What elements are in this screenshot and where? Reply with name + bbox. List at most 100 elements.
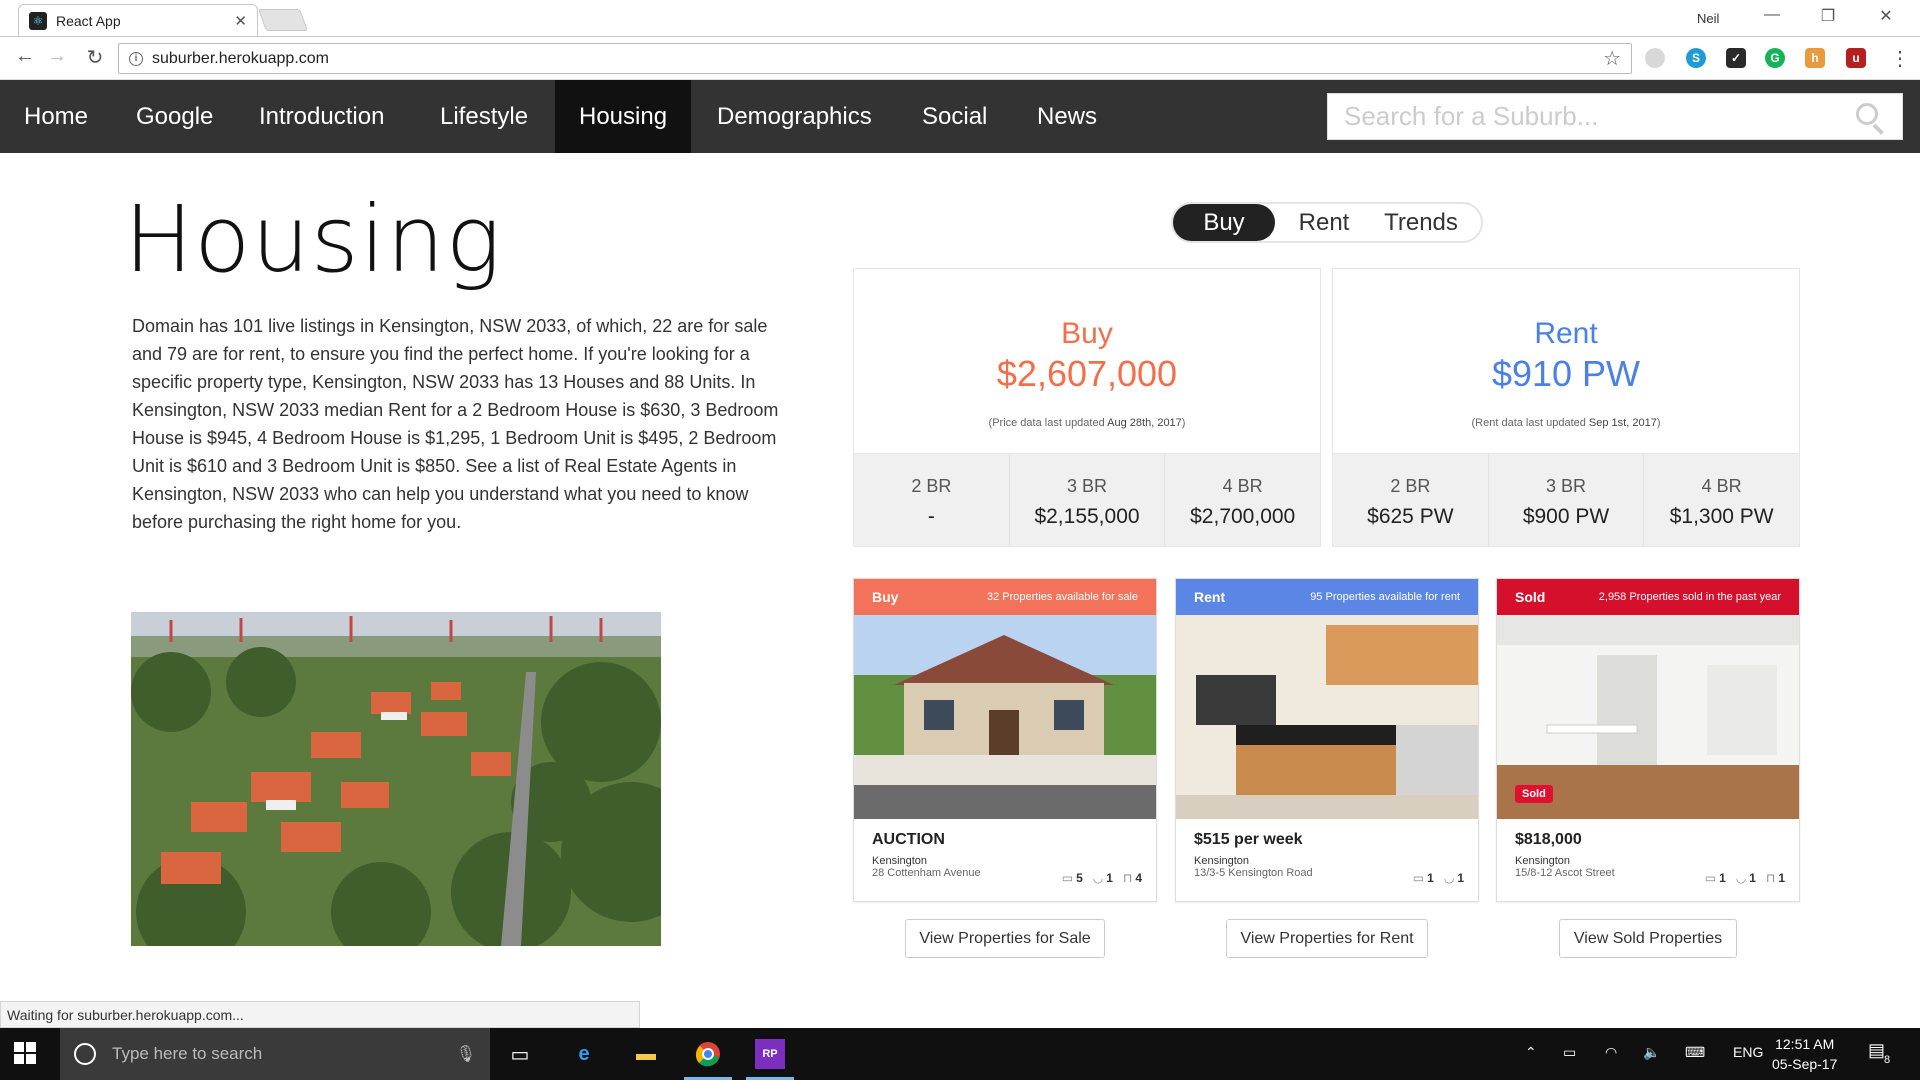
listing-card-rent[interactable]: Rent 95 Properties available for rent $51… [1175, 578, 1479, 902]
restore-icon[interactable]: ❐ [1808, 6, 1848, 26]
bath-count: ◡ 1 [1092, 871, 1113, 885]
listing-suburb: Kensington [1515, 855, 1571, 867]
tab-close-icon[interactable]: ✕ [234, 12, 247, 30]
bath-count: ◡ 1 [1443, 871, 1464, 885]
listing-header: Buy 32 Properties available for sale [854, 579, 1156, 615]
bath-icon: ◡ [1092, 871, 1104, 885]
chevron-up-icon[interactable]: ⌃ [1525, 1044, 1537, 1061]
nav-google[interactable]: Google [112, 80, 237, 153]
listing-suburb: Kensington [872, 855, 928, 867]
taskbar-search-placeholder[interactable]: Type here to search [112, 1044, 456, 1064]
toggle-buy[interactable]: Buy [1173, 204, 1275, 241]
ublock-icon[interactable]: u [1846, 48, 1866, 68]
react-favicon-icon: ⚛ [29, 12, 47, 30]
house-photo [854, 615, 1156, 819]
new-tab-button[interactable] [257, 9, 309, 31]
back-arrow-icon[interactable]: ← [12, 45, 38, 68]
kitchen-photo [1176, 615, 1478, 819]
buy-update-note: (Price data last updated Aug 28th, 2017) [988, 417, 1186, 429]
notification-count: 8 [1884, 1054, 1891, 1066]
cortana-icon[interactable] [74, 1043, 96, 1065]
extension-icon[interactable] [1645, 48, 1665, 68]
clock-time: 12:51 AM [1775, 1036, 1835, 1052]
language-indicator[interactable]: ENG [1733, 1044, 1763, 1060]
suburb-aerial-photo [131, 612, 661, 946]
browser-tabstrip: ⚛ React App ✕ Neil — ❐ ✕ [0, 0, 1920, 37]
buy-median-card: Buy $2,607,000 (Price data last updated … [853, 268, 1321, 547]
listing-card-buy[interactable]: Buy 32 Properties available for sale AUCT… [853, 578, 1157, 902]
rent-median-card: Rent $910 PW (Rent data last updated Sep… [1332, 268, 1800, 547]
toggle-rent[interactable]: Rent [1275, 204, 1373, 241]
browser-status-bar: Waiting for suburber.herokuapp.com... [0, 1001, 640, 1028]
bed-count: ▭ 1 [1704, 871, 1726, 885]
grammarly-icon[interactable]: G [1765, 48, 1785, 68]
nav-introduction[interactable]: Introduction [235, 80, 408, 153]
address-bar[interactable]: i suburber.herokuapp.com ☆ [118, 43, 1632, 74]
view-sale-button[interactable]: View Properties for Sale [905, 919, 1105, 958]
clock-date: 05-Sep-17 [1772, 1056, 1838, 1072]
file-explorer-icon[interactable]: ▬ [631, 1039, 661, 1069]
rent-update-note: (Rent data last updated Sep 1st, 2017) [1471, 417, 1661, 429]
sold-badge: Sold [1515, 785, 1553, 803]
bath-icon: ◡ [1735, 871, 1747, 885]
listing-header: Sold 2,958 Properties sold in the past ye… [1497, 579, 1799, 615]
bed-icon: ▭ [1412, 871, 1425, 885]
minimize-icon[interactable]: — [1752, 6, 1792, 24]
view-rent-button[interactable]: View Properties for Rent [1226, 919, 1428, 958]
toggle-trends[interactable]: Trends [1373, 204, 1469, 241]
view-sold-button[interactable]: View Sold Properties [1559, 919, 1737, 958]
listing-price: $818,000 [1515, 831, 1582, 848]
keyboard-icon[interactable]: ⌨ [1685, 1044, 1705, 1061]
market-toggle: Buy Rent Trends [1171, 202, 1483, 243]
volume-icon[interactable]: 🔈 [1643, 1044, 1660, 1061]
bed-count: ▭ 5 [1061, 871, 1083, 885]
rent-median-price: $910 PW [1491, 353, 1641, 394]
listing-header: Rent 95 Properties available for rent [1176, 579, 1478, 615]
search-icon[interactable] [1854, 101, 1886, 135]
close-window-icon[interactable]: ✕ [1866, 6, 1906, 26]
suburb-search [1327, 93, 1903, 140]
profile-name[interactable]: Neil [1697, 11, 1719, 26]
info-icon[interactable]: i [129, 51, 143, 66]
buy-label: Buy [1061, 317, 1113, 350]
buy-4br: 4 BR $2,700,000 [1190, 476, 1296, 528]
taskbar-search[interactable]: Type here to search 🎙 [60, 1028, 490, 1080]
nav-demographics[interactable]: Demographics [693, 80, 896, 153]
nav-lifestyle[interactable]: Lifestyle [416, 80, 552, 153]
windows-start-icon[interactable] [14, 1042, 36, 1064]
wifi-icon[interactable]: ◠ [1605, 1044, 1617, 1061]
car-icon: ⊓ [1765, 871, 1776, 885]
bath-count: ◡ 1 [1735, 871, 1756, 885]
url-text[interactable]: suburber.herokuapp.com [152, 50, 1603, 68]
notifications-icon[interactable]: ▤ [1868, 1040, 1885, 1061]
browser-menu-icon[interactable]: ⋮ [1890, 46, 1910, 71]
bookmark-star-icon[interactable]: ☆ [1603, 46, 1621, 71]
car-count: ⊓ 4 [1122, 871, 1142, 885]
nav-housing[interactable]: Housing [555, 80, 692, 153]
microphone-icon[interactable]: 🎙 [456, 1044, 476, 1064]
windows-taskbar: Type here to search 🎙 ▭ e ▬ RP ⌃ ▭ ◠ 🔈 ⌨… [0, 1028, 1920, 1080]
reportportal-icon[interactable]: RP [755, 1039, 785, 1069]
forward-arrow-icon[interactable]: → [44, 45, 70, 68]
site-navbar: Home Google Introduction Lifestyle Housi… [0, 80, 1920, 153]
reload-icon[interactable]: ↻ [82, 45, 108, 70]
buy-3br: 3 BR $2,155,000 [1010, 454, 1166, 546]
chrome-icon[interactable] [693, 1039, 723, 1069]
task-view-icon[interactable]: ▭ [505, 1039, 535, 1069]
skype-icon[interactable]: S [1686, 48, 1706, 68]
tab-title: React App [56, 13, 121, 29]
battery-icon[interactable]: ▭ [1563, 1044, 1576, 1061]
nav-home[interactable]: Home [0, 80, 112, 153]
nav-news[interactable]: News [1013, 80, 1121, 153]
browser-tab[interactable]: ⚛ React App ✕ [18, 4, 258, 37]
clock[interactable]: 12:51 AM 05-Sep-17 [1772, 1034, 1837, 1074]
buy-2br: 2 BR - [854, 454, 1010, 546]
suburb-search-input[interactable] [1344, 101, 1854, 132]
listing-card-sold[interactable]: Sold 2,958 Properties sold in the past ye… [1496, 578, 1800, 902]
bath-icon: ◡ [1443, 871, 1455, 885]
listing-price: $515 per week [1194, 831, 1303, 848]
checkmark-extension-icon[interactable]: ✓ [1726, 48, 1746, 68]
edge-icon[interactable]: e [569, 1039, 599, 1069]
honey-extension-icon[interactable]: h [1805, 48, 1825, 68]
nav-social[interactable]: Social [898, 80, 1011, 153]
